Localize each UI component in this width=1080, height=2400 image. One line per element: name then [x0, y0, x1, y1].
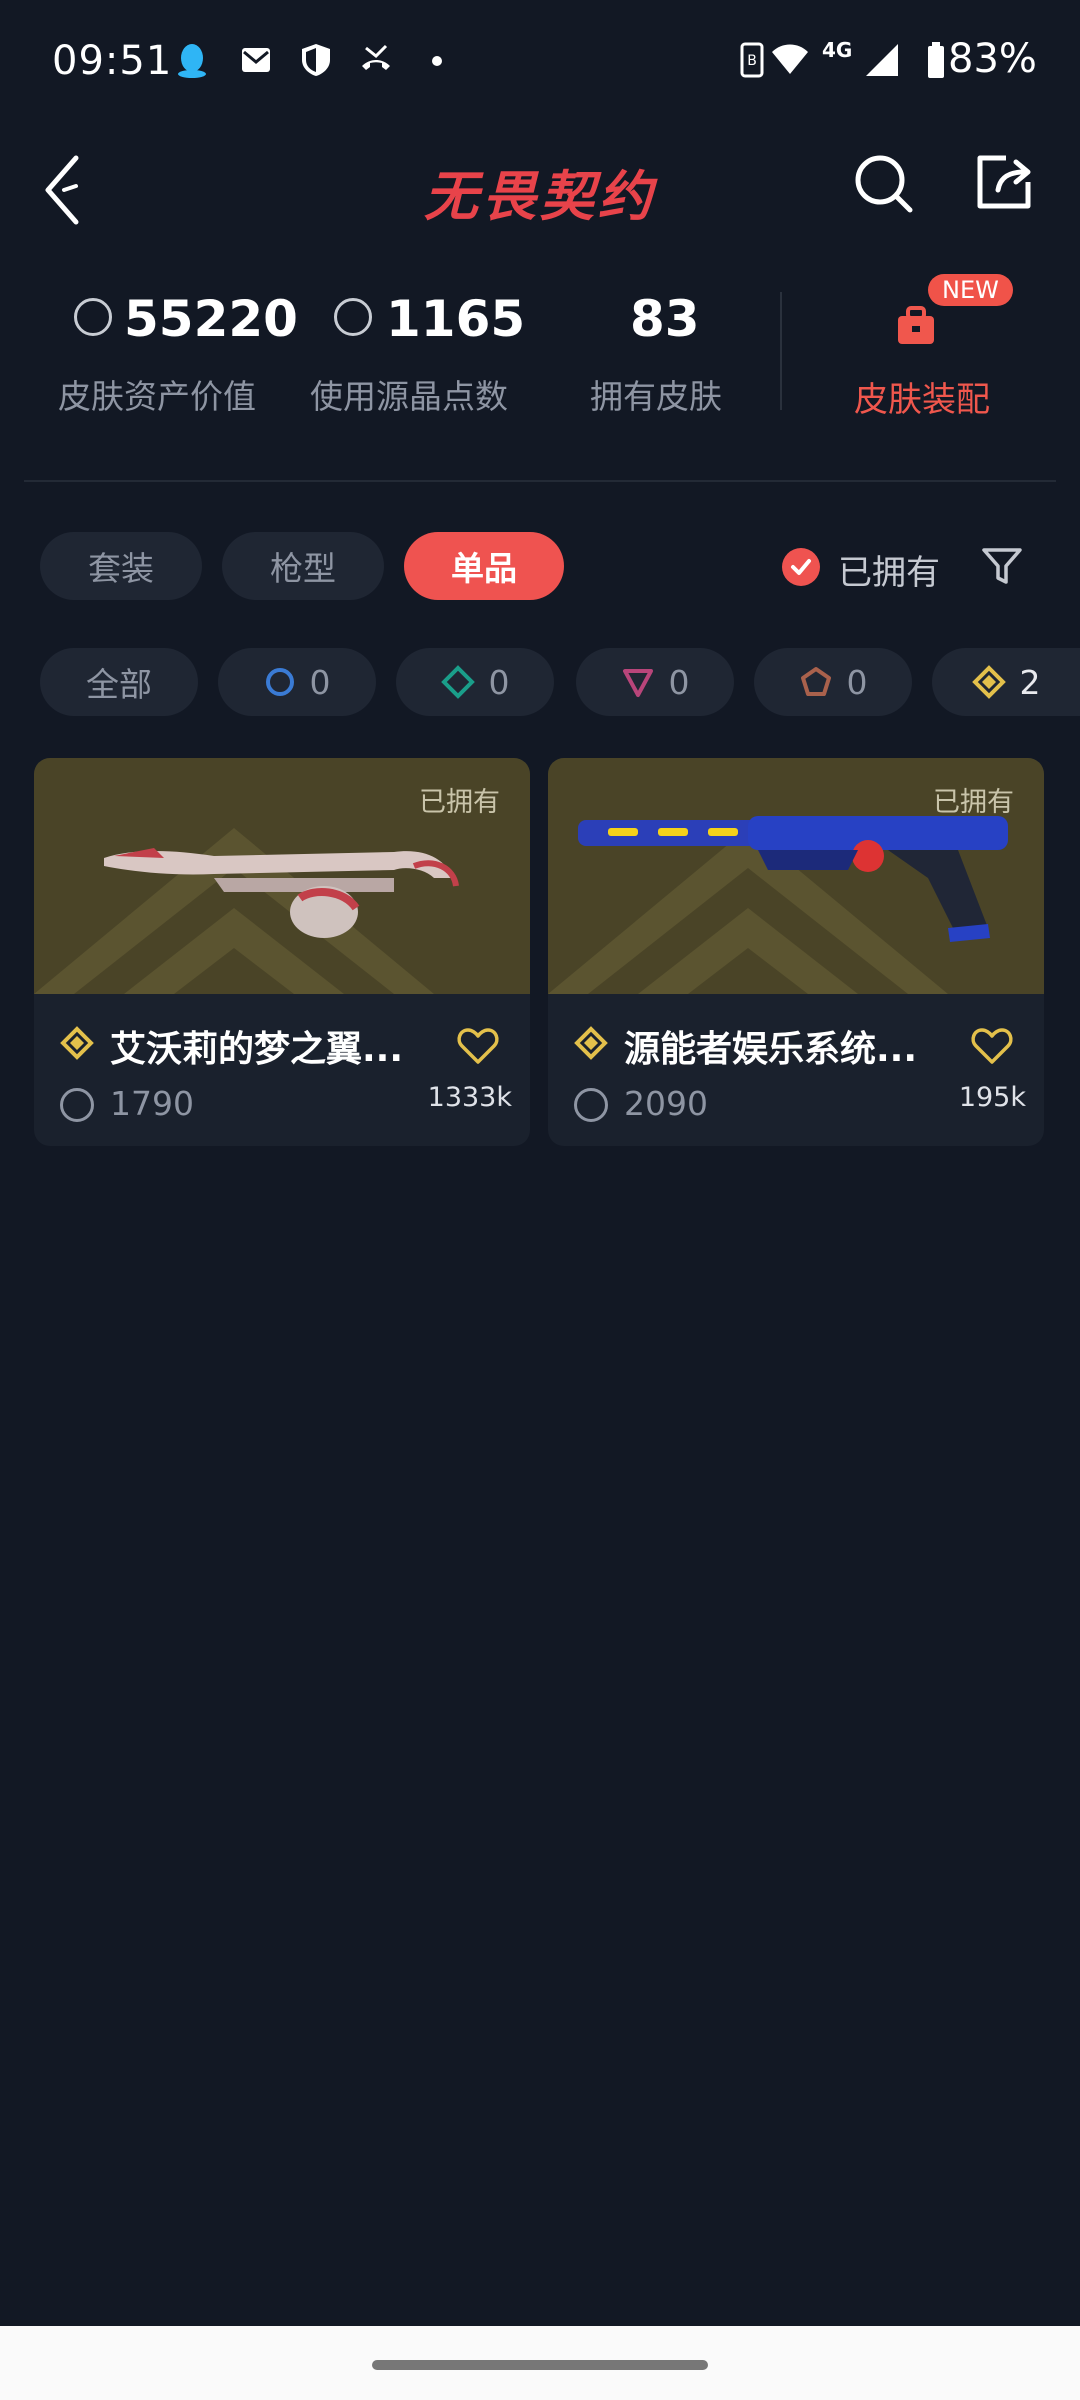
valorant-points-icon [574, 1088, 608, 1122]
signal-icon [866, 44, 898, 76]
skin-name: 源能者娱乐系统... [624, 1029, 918, 1070]
rarity-chip-select[interactable]: 0 [218, 648, 376, 716]
skin-card[interactable]: 已拥有 源能者娱乐系统... 2090 195k [548, 758, 1044, 1146]
check-icon [791, 559, 811, 575]
rarity-chip-exclusive[interactable]: 0 [754, 648, 912, 716]
app-header: 无畏契约 [0, 130, 1080, 250]
favorite-count: 1333k [427, 1082, 512, 1113]
valorant-points-icon [60, 1088, 94, 1122]
exclusive-tier-icon [800, 667, 831, 696]
rarity-chip-count: 0 [488, 662, 510, 702]
owned-tag: 已拥有 [419, 787, 500, 818]
section-divider [24, 480, 1056, 482]
filter-icon[interactable] [980, 544, 1024, 588]
equip-label[interactable]: 皮肤装配 [854, 372, 990, 421]
owned-skins-label: 拥有皮肤 [590, 377, 722, 416]
owned-tag: 已拥有 [933, 787, 1014, 818]
shield-icon [302, 44, 330, 76]
favorite-icon[interactable] [970, 1026, 1014, 1066]
owned-checkbox[interactable] [782, 548, 820, 586]
rarity-chip-all[interactable]: 全部 [40, 648, 198, 716]
skin-name: 艾沃莉的梦之翼... [110, 1029, 404, 1070]
tab-weapon-type[interactable]: 枪型 [222, 532, 384, 600]
radianite-points: 1165 [386, 290, 526, 348]
rarity-chip-premium[interactable]: 0 [576, 648, 734, 716]
qq-icon [178, 44, 206, 78]
network-type: 4G [822, 38, 853, 62]
rarity-chip-ultra[interactable]: 2 [932, 648, 1080, 716]
stats-divider [780, 292, 782, 410]
skin-image: 已拥有 [34, 758, 530, 994]
rarity-chip-deluxe[interactable]: 0 [396, 648, 554, 716]
skin-price: 2090 [624, 1084, 708, 1123]
favorite-count: 195k [958, 1082, 1026, 1113]
owned-skins-count: 83 [630, 290, 700, 348]
rarity-chip-count: 0 [846, 662, 868, 702]
battery-level: 83% [948, 36, 1037, 82]
nfc-icon: B [740, 42, 764, 78]
owned-filter-label[interactable]: 已拥有 [838, 545, 940, 594]
select-tier-icon [265, 668, 294, 696]
skin-card[interactable]: 已拥有 艾沃莉的梦之翼... 1790 1333k [34, 758, 530, 1146]
svg-text:B: B [747, 53, 757, 69]
skin-price: 1790 [110, 1084, 194, 1123]
ultra-tier-icon [971, 665, 1006, 699]
wifi-icon [772, 44, 808, 74]
tab-single-items[interactable]: 单品 [404, 532, 564, 600]
home-gesture-bar[interactable] [372, 2360, 708, 2370]
tab-bundles[interactable]: 套装 [40, 532, 202, 600]
favorite-icon[interactable] [456, 1026, 500, 1066]
skin-image: 已拥有 [548, 758, 1044, 994]
ultra-tier-icon [574, 1026, 608, 1060]
weapon-render [104, 848, 459, 938]
radianite-icon [334, 298, 372, 336]
ultra-tier-icon [60, 1026, 94, 1060]
rarity-chip-count: 0 [668, 662, 690, 702]
asset-value-label: 皮肤资产价值 [58, 377, 256, 416]
radianite-points-label: 使用源晶点数 [310, 377, 508, 416]
deluxe-tier-icon [440, 665, 475, 699]
rarity-chip-count: 0 [309, 662, 331, 702]
mail-icon [242, 48, 270, 72]
share-icon[interactable] [972, 150, 1036, 214]
asset-value: 55220 [124, 290, 298, 348]
missed-call-icon [362, 44, 390, 70]
page-title: 无畏契约 [424, 165, 656, 228]
equip-icon[interactable] [894, 304, 938, 348]
new-badge: NEW [928, 274, 1013, 306]
rarity-chip-label: 全部 [86, 665, 152, 704]
rarity-chip-count: 2 [1019, 662, 1041, 702]
status-time: 09:51 [52, 38, 173, 84]
valorant-points-icon [74, 298, 112, 336]
status-bar: 09:51 B 4G 83% [0, 0, 1080, 120]
notification-dot [432, 56, 442, 66]
premium-tier-icon [622, 669, 653, 697]
search-icon[interactable] [850, 150, 918, 218]
weapon-render [578, 816, 1008, 942]
